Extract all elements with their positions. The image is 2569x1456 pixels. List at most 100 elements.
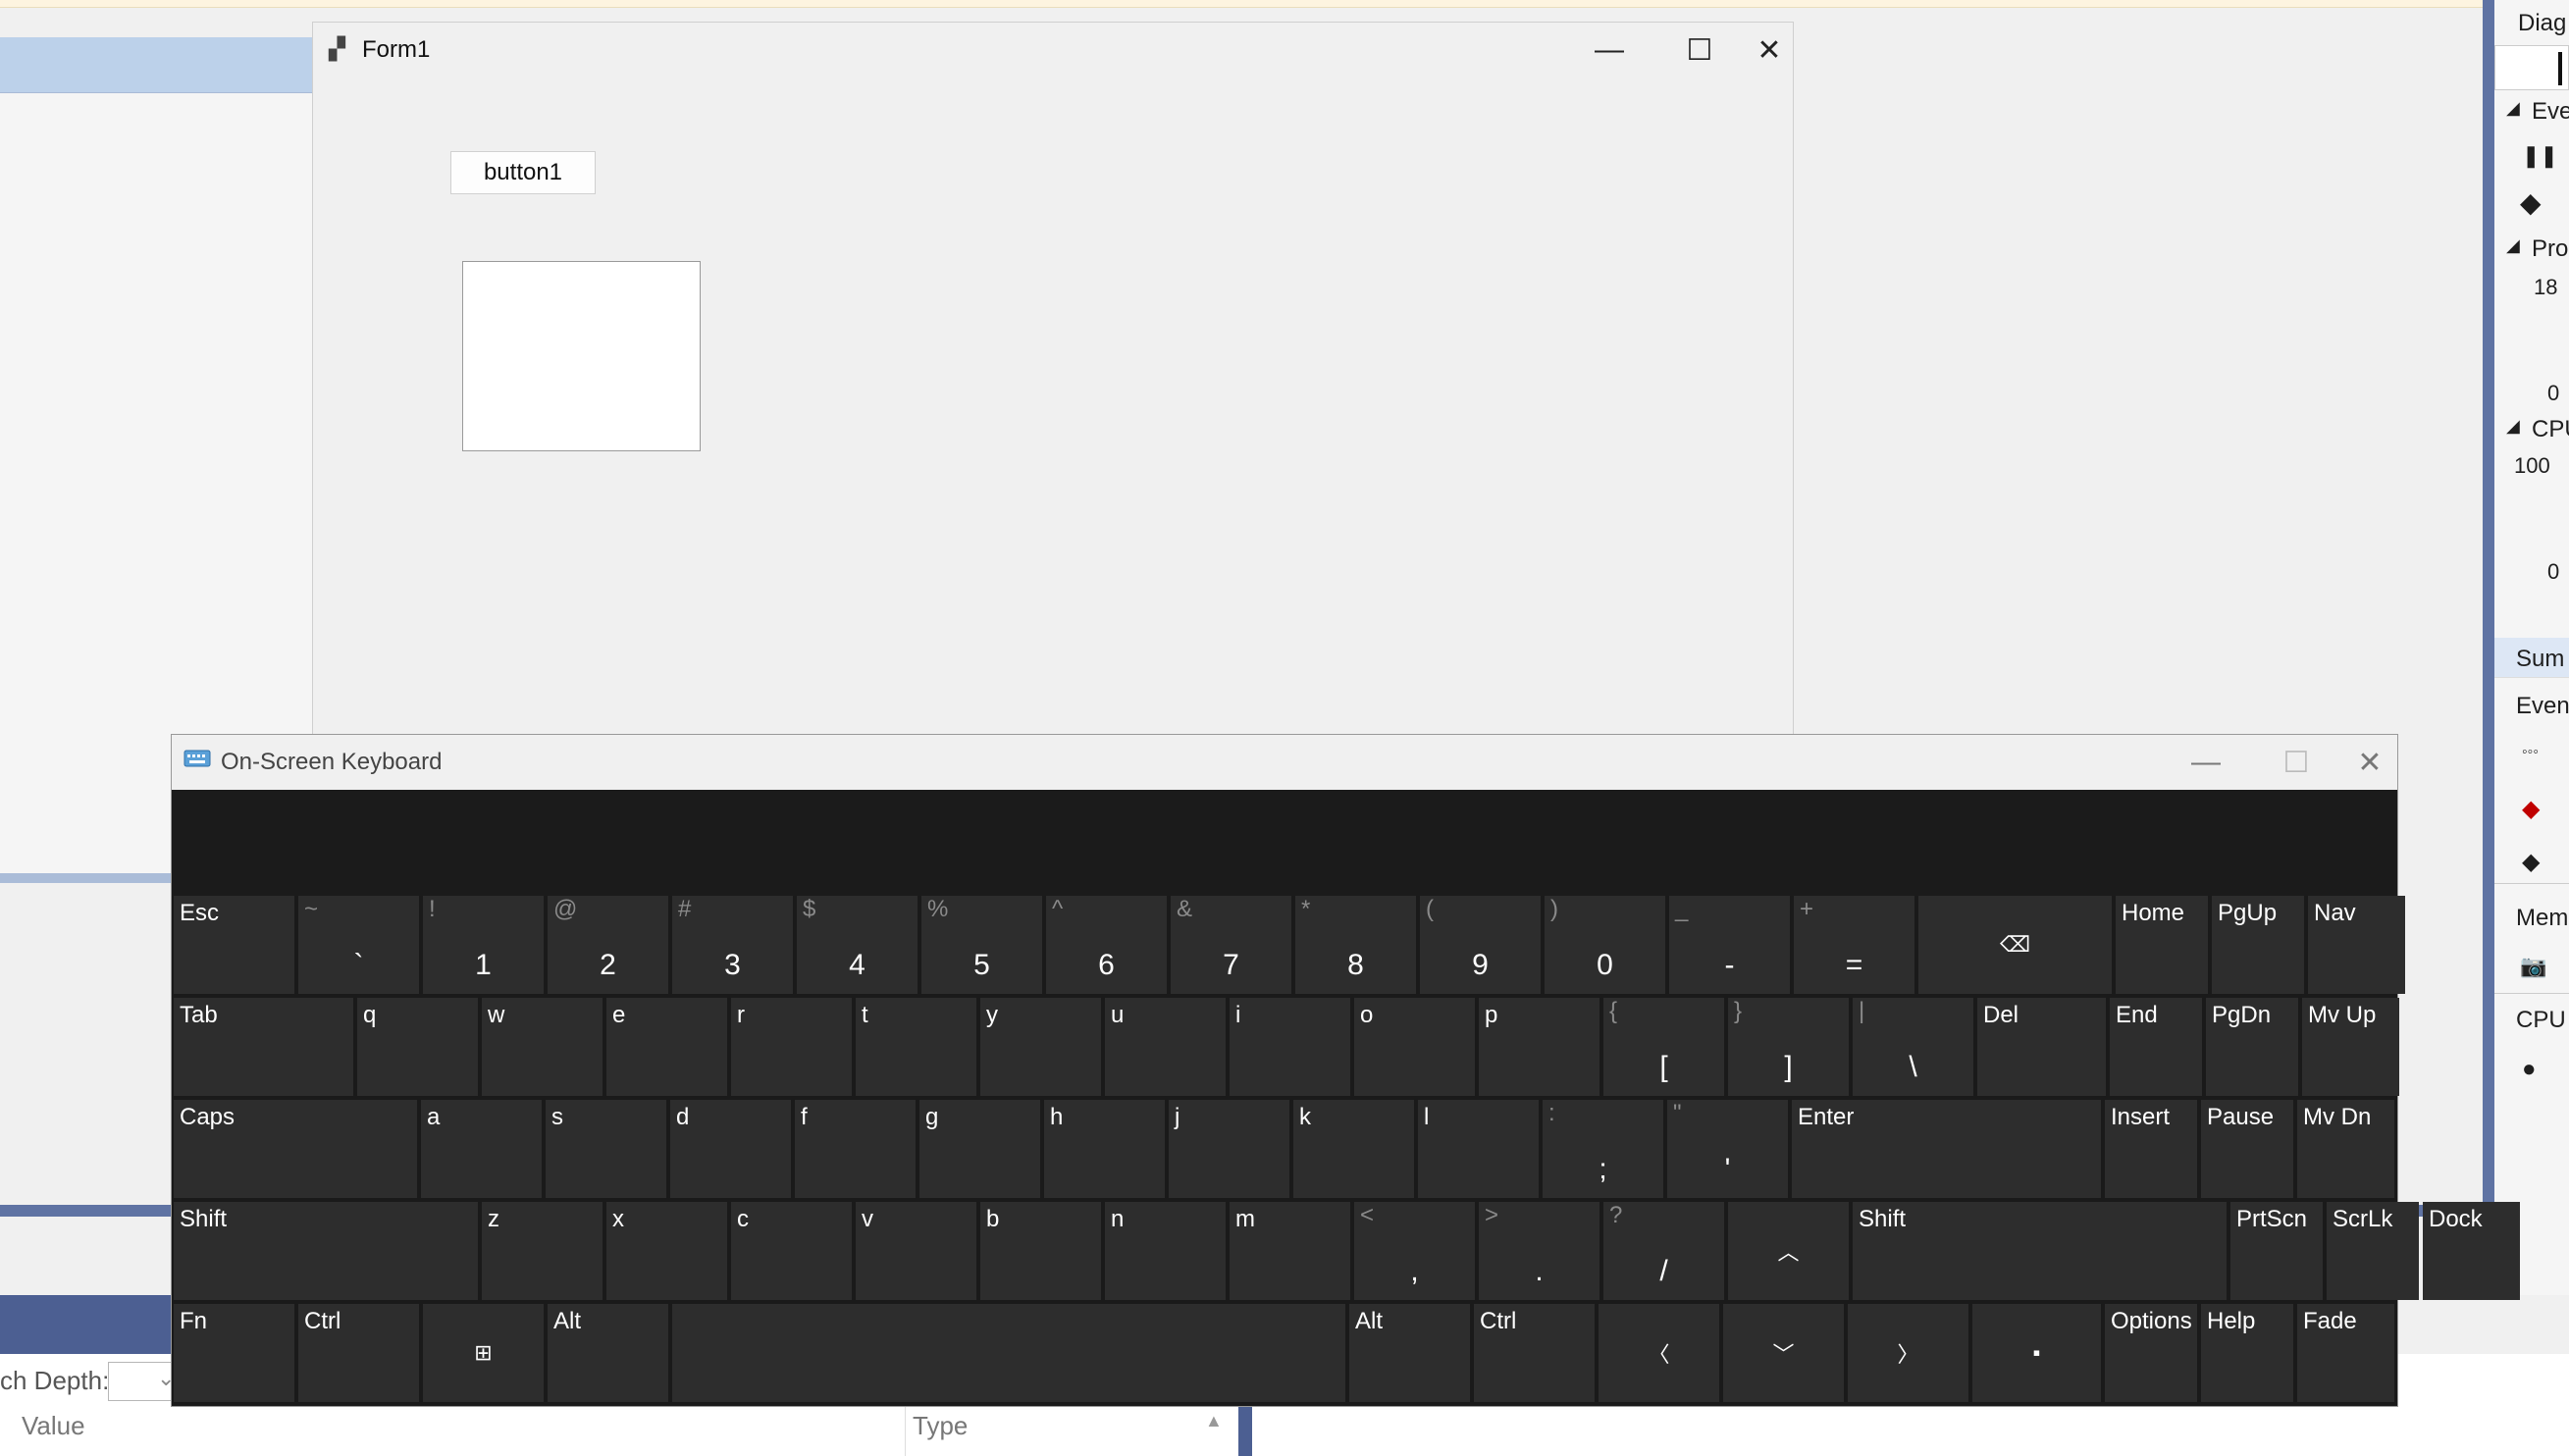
key-mv-dn[interactable]: Mv Dn xyxy=(2297,1100,2394,1198)
key-,[interactable]: <, xyxy=(1354,1202,1475,1300)
key-i[interactable]: i xyxy=(1230,998,1350,1096)
key-ctrl[interactable]: Ctrl xyxy=(298,1304,419,1402)
key-g[interactable]: g xyxy=(919,1100,1040,1198)
key-home[interactable]: Home xyxy=(2116,896,2208,994)
key-v[interactable]: v xyxy=(856,1202,976,1300)
key-s[interactable]: s xyxy=(546,1100,666,1198)
key-p[interactable]: p xyxy=(1479,998,1599,1096)
key-;[interactable]: :; xyxy=(1543,1100,1663,1198)
key-0[interactable]: ) 0 xyxy=(1545,896,1665,994)
key-pgup[interactable]: PgUp xyxy=(2212,896,2304,994)
collapse-triangle-icon[interactable]: ◢ xyxy=(2506,235,2520,256)
key-d[interactable]: d xyxy=(670,1100,791,1198)
key-/[interactable]: ? / xyxy=(1603,1202,1724,1300)
osk-titlebar[interactable]: On-Screen Keyboard — ☐ ✕ xyxy=(172,735,2397,790)
key-j[interactable]: j xyxy=(1169,1100,1289,1198)
key-7[interactable]: & 7 xyxy=(1171,896,1291,994)
pause-icon[interactable]: ❚❚ xyxy=(2522,143,2558,169)
key-fn[interactable]: Fn xyxy=(174,1304,294,1402)
key-help[interactable]: Help xyxy=(2201,1304,2293,1402)
key-n[interactable]: n xyxy=(1105,1202,1226,1300)
key-f[interactable]: f xyxy=(795,1100,916,1198)
column-header-value[interactable]: Value xyxy=(22,1411,85,1441)
key-r[interactable]: r xyxy=(731,998,852,1096)
key-[[interactable]: {[ xyxy=(1603,998,1724,1096)
column-header-type[interactable]: Type xyxy=(913,1411,968,1441)
key-\[interactable]: | \ xyxy=(1853,998,1973,1096)
key-caps[interactable]: Caps xyxy=(174,1100,417,1198)
key-9[interactable]: (9 xyxy=(1420,896,1541,994)
key-l[interactable]: l xyxy=(1418,1100,1539,1198)
backspace-key[interactable]: ⌫ xyxy=(1918,896,2112,994)
form-panel-box[interactable] xyxy=(462,261,701,451)
collapse-triangle-icon[interactable]: ◢ xyxy=(2506,98,2520,119)
tab-summary[interactable]: Sum xyxy=(2494,638,2569,678)
key-`[interactable]: ~ ` xyxy=(298,896,419,994)
key-c[interactable]: c xyxy=(731,1202,852,1300)
collapse-triangle-icon[interactable]: ◢ xyxy=(2506,416,2520,437)
scroll-up-icon[interactable]: ▲ xyxy=(1205,1411,1223,1431)
key-z[interactable]: z xyxy=(482,1202,603,1300)
record-dot-icon[interactable]: ● xyxy=(2522,1056,2537,1083)
key--[interactable]: _ - xyxy=(1669,896,1790,994)
key-shift[interactable]: Shift xyxy=(1853,1202,2227,1300)
key-.[interactable]: >. xyxy=(1479,1202,1599,1300)
key-k[interactable]: k xyxy=(1293,1100,1414,1198)
key-a[interactable]: a xyxy=(421,1100,542,1198)
key-pgdn[interactable]: PgDn xyxy=(2206,998,2298,1096)
key-prtscn[interactable]: PrtScn xyxy=(2230,1202,2323,1300)
up-arrow-key[interactable]: ︿ xyxy=(1728,1202,1849,1300)
key-end[interactable]: End xyxy=(2110,998,2202,1096)
key-options[interactable]: Options xyxy=(2105,1304,2197,1402)
key-t[interactable]: t xyxy=(856,998,976,1096)
key-6[interactable]: ^ 6 xyxy=(1046,896,1167,994)
event-filter-icon[interactable]: ◦◦◦ xyxy=(2522,744,2539,761)
key-del[interactable]: Del xyxy=(1977,998,2106,1096)
key-tab[interactable]: Tab xyxy=(174,998,353,1096)
key-scrlk[interactable]: ScrLk xyxy=(2327,1202,2419,1300)
cpu-section-title[interactable]: CPU xyxy=(2532,416,2569,443)
key-dock[interactable]: Dock xyxy=(2423,1202,2520,1300)
snapshot-camera-icon[interactable]: 📷 xyxy=(2520,954,2546,979)
key-alt[interactable]: Alt xyxy=(548,1304,668,1402)
key-insert[interactable]: Insert xyxy=(2105,1100,2197,1198)
key-e[interactable]: e xyxy=(606,998,727,1096)
minimize-button[interactable]: — xyxy=(1565,23,1653,78)
maximize-button[interactable]: ☐ xyxy=(1655,23,1744,78)
close-button[interactable]: ✕ xyxy=(1746,23,1793,78)
key-y[interactable]: y xyxy=(980,998,1101,1096)
process-memory-section-title[interactable]: Pro xyxy=(2532,235,2568,263)
key-shift[interactable]: Shift xyxy=(174,1202,478,1300)
key-x[interactable]: x xyxy=(606,1202,727,1300)
left-arrow-key[interactable]: 〈 xyxy=(1599,1304,1719,1402)
key-o[interactable]: o xyxy=(1354,998,1475,1096)
column-separator[interactable] xyxy=(905,1405,906,1456)
key-mv-up[interactable]: Mv Up xyxy=(2302,998,2399,1096)
ide-right-splitter[interactable] xyxy=(2483,0,2494,1295)
menu-key[interactable]: ▪ xyxy=(1972,1304,2101,1402)
key-w[interactable]: w xyxy=(482,998,603,1096)
key-b[interactable]: b xyxy=(980,1202,1101,1300)
key-3[interactable]: #3 xyxy=(672,896,793,994)
key-5[interactable]: % 5 xyxy=(921,896,1042,994)
windows-key[interactable]: ⊞ xyxy=(423,1304,544,1402)
key-q[interactable]: q xyxy=(357,998,478,1096)
close-button[interactable]: ✕ xyxy=(2342,735,2397,790)
key-u[interactable]: u xyxy=(1105,998,1226,1096)
key-esc[interactable]: Esc xyxy=(174,896,294,994)
key-ctrl[interactable]: Ctrl xyxy=(1474,1304,1595,1402)
key-2[interactable]: @2 xyxy=(548,896,668,994)
right-arrow-key[interactable]: 〉 xyxy=(1848,1304,1968,1402)
key-h[interactable]: h xyxy=(1044,1100,1165,1198)
key-4[interactable]: $4 xyxy=(797,896,918,994)
minimize-button[interactable]: — xyxy=(2162,735,2250,790)
down-arrow-key[interactable]: ﹀ xyxy=(1723,1304,1844,1402)
button1[interactable]: button1 xyxy=(450,151,596,194)
key-8[interactable]: * 8 xyxy=(1295,896,1416,994)
key-enter[interactable]: Enter xyxy=(1792,1100,2101,1198)
key-=[interactable]: + = xyxy=(1794,896,1914,994)
key-alt[interactable]: Alt xyxy=(1349,1304,1470,1402)
key-pause[interactable]: Pause xyxy=(2201,1100,2293,1198)
form1-titlebar[interactable]: ▞ Form1 — ☐ ✕ xyxy=(313,23,1793,78)
events-section-title[interactable]: Eve xyxy=(2532,98,2569,126)
